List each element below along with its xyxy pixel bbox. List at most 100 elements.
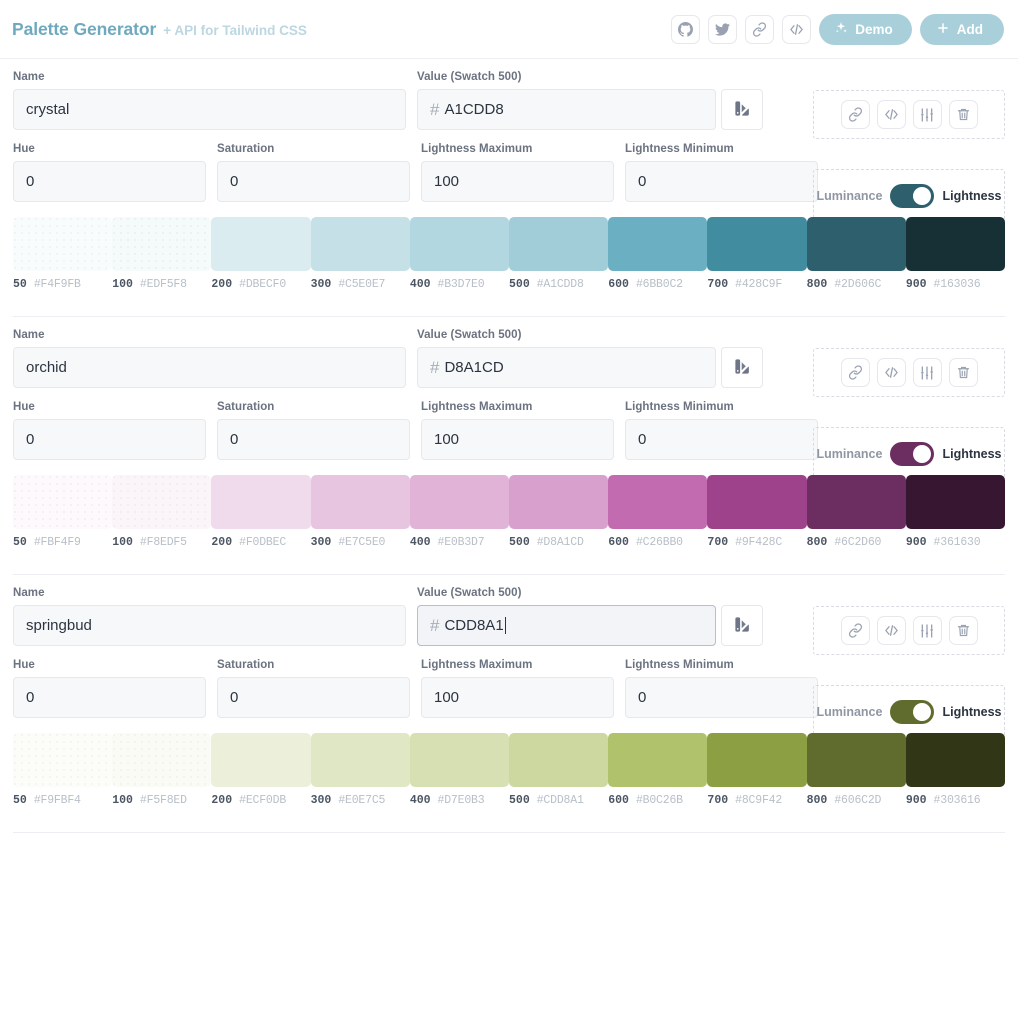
swatch[interactable]: 600 #C26BB0 [608,475,708,549]
hue-input[interactable]: 0 [13,419,206,460]
swatch-color[interactable] [905,217,1006,271]
swatch[interactable]: 700 #9F428C [707,475,807,549]
swatch[interactable]: 900 #303616 [905,733,1006,807]
swatch-color[interactable] [608,733,708,787]
name-input[interactable]: orchid [13,347,406,388]
swatch[interactable]: 200 #F0DBEC [211,475,311,549]
swatch-color[interactable] [905,475,1006,529]
swatch-color[interactable] [509,475,609,529]
swatch-color[interactable] [707,217,807,271]
copy-link-button[interactable] [840,358,870,387]
swatch[interactable]: 400 #B3D7E0 [409,217,510,291]
swatch[interactable]: 700 #428C9F [707,217,807,291]
swatch[interactable]: 100 #EDF5F8 [112,217,212,291]
share-link-button[interactable] [745,14,775,44]
swatch-color[interactable] [211,217,311,271]
lightness-minimum-input[interactable]: 0 [625,161,818,202]
delete-button[interactable] [948,358,978,387]
swatch[interactable]: 800 #606C2D [806,733,906,807]
github-button[interactable] [671,14,701,44]
swatch-color[interactable] [13,733,113,787]
swatch-color[interactable] [409,733,510,787]
swatch-color[interactable] [112,217,212,271]
swatch-color[interactable] [310,733,410,787]
swatch[interactable]: 100 #F8EDF5 [112,475,212,549]
swatch[interactable]: 200 #ECF0DB [211,733,311,807]
code-button[interactable] [782,14,812,44]
swatch-color[interactable] [806,217,906,271]
color-picker-button[interactable] [721,89,763,130]
color-picker-button[interactable] [721,605,763,646]
swatch-color[interactable] [707,475,807,529]
saturation-input[interactable]: 0 [217,419,410,460]
swatch-color[interactable] [310,217,410,271]
swatch-color[interactable] [707,733,807,787]
swatch[interactable]: 800 #2D606C [806,217,906,291]
swatch[interactable]: 600 #6BB0C2 [608,217,708,291]
swatch-color[interactable] [509,217,609,271]
swatch-color[interactable] [13,217,113,271]
swatch-color[interactable] [806,475,906,529]
code-button[interactable] [876,100,906,129]
swatch-color[interactable] [806,733,906,787]
swatch[interactable]: 600 #B0C26B [608,733,708,807]
swatch[interactable]: 400 #D7E0B3 [409,733,510,807]
swatch[interactable]: 300 #E7C5E0 [310,475,410,549]
swatch-color[interactable] [112,475,212,529]
delete-button[interactable] [948,616,978,645]
lightness-maximum-input[interactable]: 100 [421,419,614,460]
swatch[interactable]: 50 #FBF4F9 [13,475,113,549]
color-picker-button[interactable] [721,347,763,388]
copy-link-button[interactable] [840,616,870,645]
lightness-minimum-input[interactable]: 0 [625,677,818,718]
lightness-maximum-input[interactable]: 100 [421,161,614,202]
swatch-color[interactable] [211,733,311,787]
swatch-color[interactable] [409,217,510,271]
luminance-lightness-toggle[interactable] [890,441,935,466]
swatch[interactable]: 500 #D8A1CD [509,475,609,549]
name-input[interactable]: springbud [13,605,406,646]
lightness-minimum-input[interactable]: 0 [625,419,818,460]
name-input[interactable]: crystal [13,89,406,130]
swatch[interactable]: 200 #DBECF0 [211,217,311,291]
swatch[interactable]: 300 #E0E7C5 [310,733,410,807]
swatch[interactable]: 700 #8C9F42 [707,733,807,807]
hue-input[interactable]: 0 [13,677,206,718]
value-input[interactable]: # CDD8A1 [417,605,716,646]
swatch[interactable]: 500 #CDD8A1 [509,733,609,807]
lightness-maximum-input[interactable]: 100 [421,677,614,718]
sliders-button[interactable] [912,616,942,645]
swatch[interactable]: 500 #A1CDD8 [509,217,609,291]
add-button[interactable]: Add [919,13,1004,45]
value-input[interactable]: # A1CDD8 [417,89,716,130]
demo-button[interactable]: Demo [819,13,912,45]
luminance-lightness-toggle[interactable] [890,183,935,208]
sliders-button[interactable] [912,358,942,387]
swatch[interactable]: 800 #6C2D60 [806,475,906,549]
luminance-lightness-toggle[interactable] [890,699,935,724]
swatch[interactable]: 100 #F5F8ED [112,733,212,807]
swatch[interactable]: 900 #361630 [905,475,1006,549]
swatch-color[interactable] [211,475,311,529]
copy-link-button[interactable] [840,100,870,129]
swatch-color[interactable] [608,217,708,271]
saturation-input[interactable]: 0 [217,677,410,718]
swatch-color[interactable] [409,475,510,529]
swatch-color[interactable] [608,475,708,529]
code-button[interactable] [876,616,906,645]
value-input[interactable]: # D8A1CD [417,347,716,388]
delete-button[interactable] [948,100,978,129]
hue-input[interactable]: 0 [13,161,206,202]
swatch-color[interactable] [905,733,1006,787]
swatch-color[interactable] [13,475,113,529]
swatch[interactable]: 900 #163036 [905,217,1006,291]
swatch[interactable]: 50 #F4F9FB [13,217,113,291]
saturation-input[interactable]: 0 [217,161,410,202]
swatch[interactable]: 400 #E0B3D7 [409,475,510,549]
swatch-color[interactable] [112,733,212,787]
twitter-button[interactable] [708,14,738,44]
swatch[interactable]: 50 #F9FBF4 [13,733,113,807]
sliders-button[interactable] [912,100,942,129]
code-button[interactable] [876,358,906,387]
swatch[interactable]: 300 #C5E0E7 [310,217,410,291]
